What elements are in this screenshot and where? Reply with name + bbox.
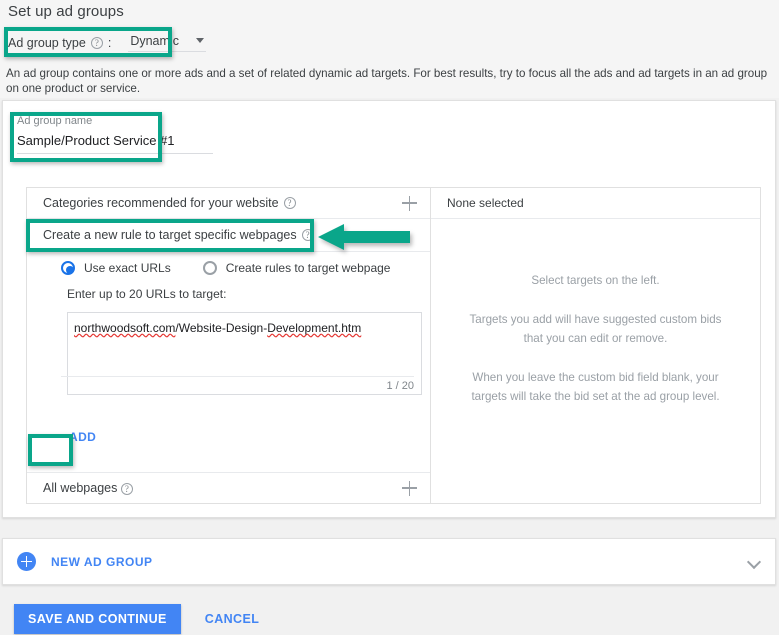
url-tail: Development.htm [267, 321, 362, 335]
url-counter: 1 / 20 [61, 376, 414, 392]
plus-icon[interactable] [402, 195, 418, 211]
categories-recommended-label: Categories recommended for your website [43, 196, 279, 210]
urls-textarea-value: northwoodsoft.com/Website-Design-Develop… [68, 313, 421, 335]
row-create-new-rule[interactable]: Create a new rule to target specific web… [27, 219, 430, 252]
ad-group-type-value: Dynamic [128, 33, 207, 52]
new-ad-group-card[interactable]: NEW AD GROUP [2, 538, 776, 585]
ad-group-name-field[interactable]: Ad group name Sample/Product Service #1 [17, 115, 217, 154]
help-line-3: When you leave the custom bid field blan… [471, 371, 720, 403]
help-icon[interactable]: ? [301, 229, 314, 241]
radio-create-rules-label: Create rules to target webpage [225, 261, 391, 275]
ad-group-name-input[interactable]: Sample/Product Service #1 [17, 133, 213, 154]
selected-targets-column: None selected Select targets on the left… [431, 188, 760, 503]
circle-plus-icon[interactable] [17, 552, 36, 571]
footer-actions: SAVE AND CONTINUE CANCEL [14, 604, 259, 634]
ad-group-name-label: Ad group name [17, 115, 93, 127]
targeting-mode-radio-group: Use exact URLs Create rules to target we… [27, 252, 430, 281]
ad-group-description: An ad group contains one or more ads and… [6, 67, 768, 95]
new-ad-group-label: NEW AD GROUP [51, 554, 153, 569]
plus-icon[interactable] [402, 480, 418, 496]
cancel-button[interactable]: CANCEL [205, 612, 259, 626]
row-all-webpages[interactable]: All webpages ? [27, 472, 430, 503]
all-webpages-label: All webpages [43, 481, 118, 495]
targeting-left-column: Categories recommended for your website … [27, 188, 431, 503]
ad-group-card: Ad group name Sample/Product Service #1 … [2, 100, 776, 518]
help-icon[interactable]: ? [90, 36, 103, 49]
save-and-continue-button[interactable]: SAVE AND CONTINUE [14, 604, 181, 634]
url-path: /Website-Design- [175, 321, 268, 335]
radio-use-exact-urls-label: Use exact URLs [84, 261, 171, 275]
help-line-1: Select targets on the left. [531, 274, 660, 287]
none-selected-label: None selected [431, 188, 760, 219]
ad-group-type-label: Ad group type [8, 35, 86, 50]
chevron-down-icon[interactable] [749, 556, 761, 568]
page-title: Set up ad groups [8, 3, 124, 20]
add-button[interactable]: ADD [63, 426, 102, 448]
urls-textarea[interactable]: northwoodsoft.com/Website-Design-Develop… [61, 312, 422, 395]
chevron-down-icon [196, 38, 205, 43]
help-icon[interactable]: ? [283, 197, 296, 209]
ad-group-type-row: Ad group type ? : Dynamic [8, 33, 207, 52]
radio-use-exact-urls[interactable] [61, 261, 75, 275]
help-icon[interactable]: ? [120, 483, 133, 495]
radio-create-rules[interactable] [202, 261, 217, 275]
ad-group-type-select[interactable]: Dynamic [128, 33, 207, 52]
help-line-2: Targets you add will have suggested cust… [469, 313, 722, 345]
selected-targets-help: Select targets on the left. Targets you … [431, 219, 760, 406]
urls-instruction-label: Enter up to 20 URLs to target: [67, 287, 227, 301]
url-domain: northwoodsoft.com [74, 321, 176, 335]
row-categories-recommended[interactable]: Categories recommended for your website … [27, 188, 430, 219]
page-header-zone: Set up ad groups Ad group type ? : Dynam… [0, 0, 779, 98]
create-new-rule-label: Create a new rule to target specific web… [43, 228, 297, 242]
targeting-panel: Categories recommended for your website … [26, 187, 761, 504]
colon-separator: : [107, 35, 112, 50]
